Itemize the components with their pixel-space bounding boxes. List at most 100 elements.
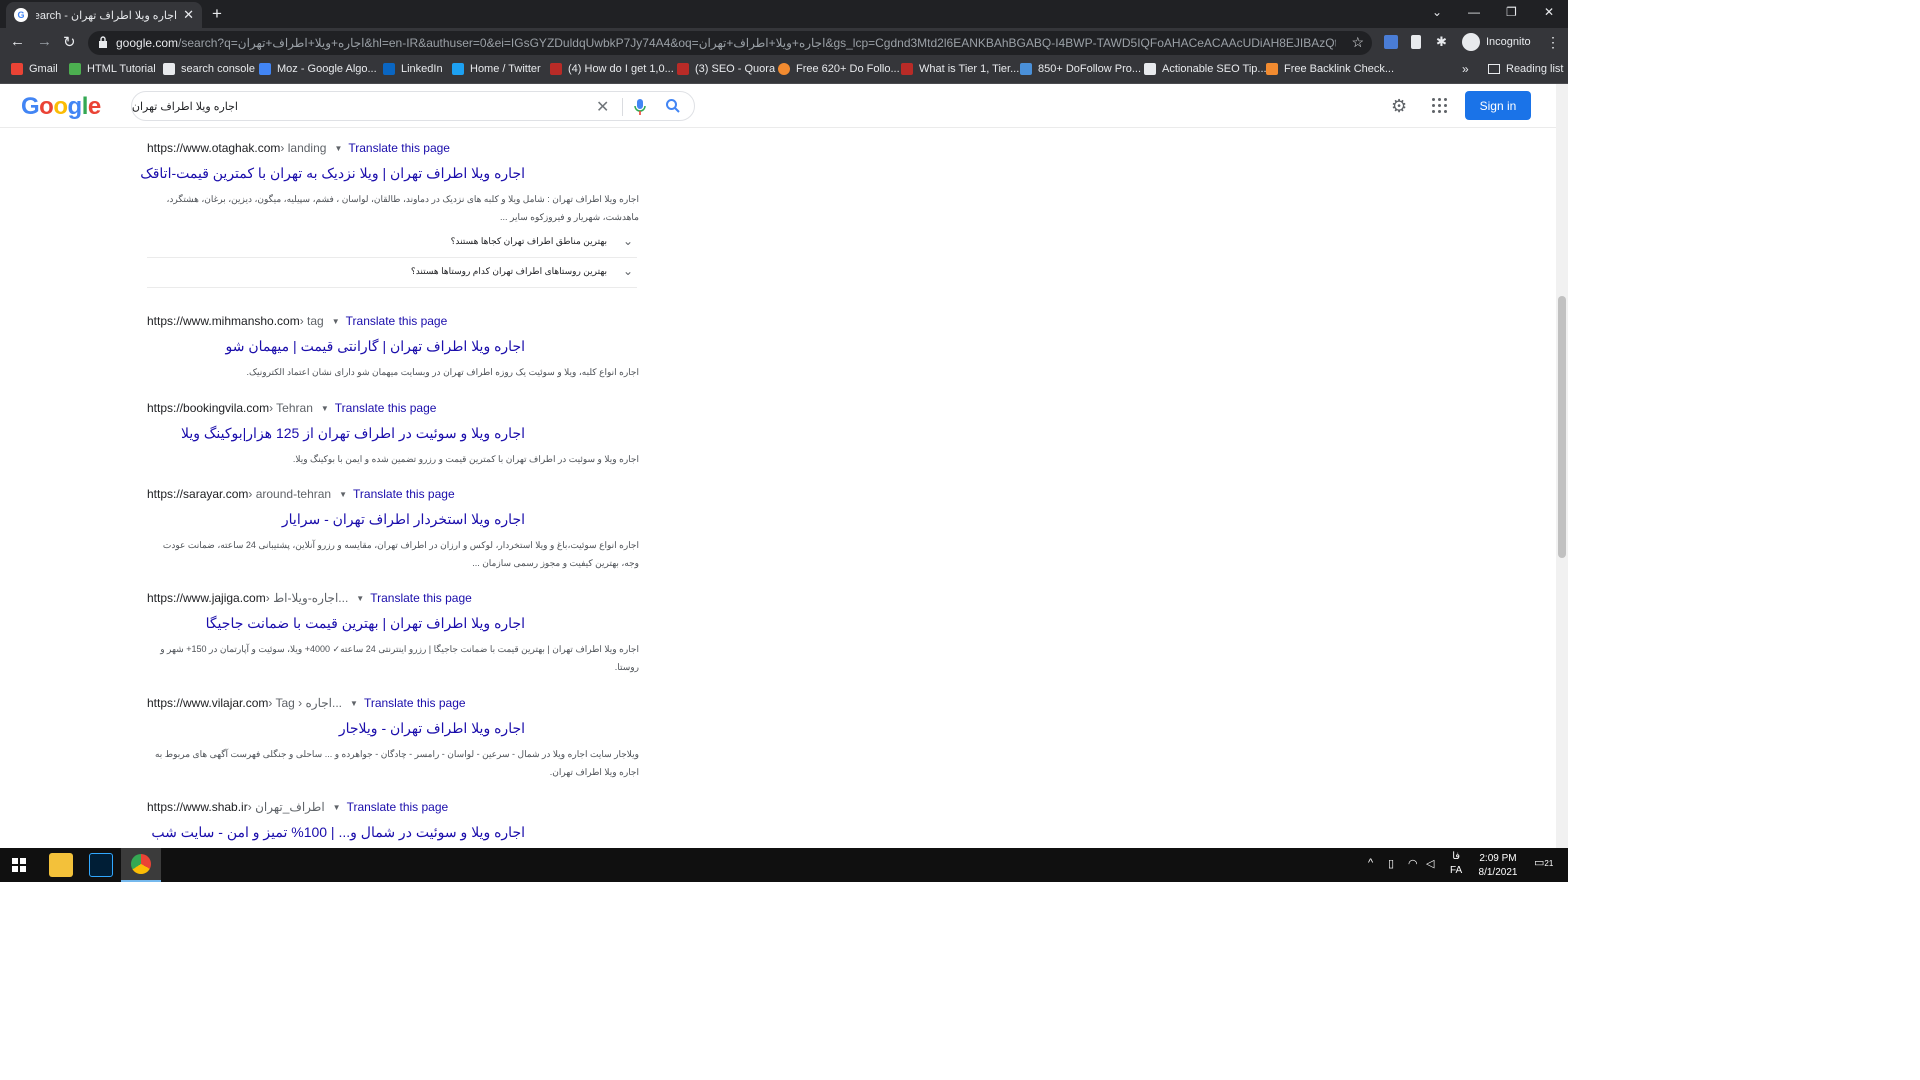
scrollbar-thumb[interactable] [1558, 296, 1566, 558]
tab-title: اجاره ویلا اطراف تهران - Google Search [36, 9, 178, 22]
result-title[interactable]: اجاره ویلا و سوئیت در شمال و... | 100% ت… [147, 824, 525, 841]
bookmark-gmail[interactable]: Gmail [11, 63, 58, 75]
bookmark-backlink-check[interactable]: Free Backlink Check... [1266, 63, 1394, 75]
result-shab: https://www.shab.ir › اطراف_تهران ▼ Transl… [147, 800, 639, 841]
site-icon [1020, 63, 1032, 75]
minimize-icon[interactable]: — [1468, 5, 1480, 19]
result-title[interactable]: اجاره ویلا اطراف تهران - ویلاجار [147, 720, 525, 737]
w3schools-icon [69, 63, 81, 75]
dofollow-icon [778, 63, 790, 75]
tab-search-icon[interactable]: ⌄ [1432, 5, 1442, 19]
caret-down-icon[interactable]: ▼ [339, 490, 347, 499]
page-scrollbar[interactable] [1556, 84, 1568, 848]
quora-icon [677, 63, 689, 75]
close-window-icon[interactable]: ✕ [1544, 5, 1554, 19]
result-cite[interactable]: https://www.jajiga.com › اجاره-ویلا-اط..… [147, 591, 639, 605]
result-snippet: اجاره انواع کلبه، ویلا و سوئیت یک روزه ا… [246, 367, 639, 377]
bookmark-twitter[interactable]: Home / Twitter [452, 63, 541, 75]
bookmark-moz[interactable]: Moz - Google Algo... [259, 63, 377, 75]
incognito-profile[interactable]: Incognito [1462, 33, 1531, 51]
close-tab-icon[interactable]: ✕ [183, 7, 194, 23]
gear-icon[interactable]: ⚙ [1391, 96, 1407, 117]
bookmark-quora-1[interactable]: (4) How do I get 1,0... [550, 63, 674, 75]
caret-down-icon[interactable]: ▼ [333, 803, 341, 812]
twitter-icon [452, 63, 464, 75]
result-title[interactable]: اجاره ویلا و سوئیت در اطراف تهران از 125… [147, 425, 525, 442]
result-cite[interactable]: https://bookingvila.com › Tehran ▼ Transla… [147, 401, 639, 415]
translate-link[interactable]: Translate this page [370, 591, 472, 605]
faq-item[interactable]: بهترین مناطق اطراف تهران کجاها هستند؟ ⌄ [147, 228, 637, 258]
google-logo[interactable]: Google [21, 93, 101, 121]
sign-in-button[interactable]: Sign in [1465, 91, 1531, 120]
tray-chevron-icon[interactable]: ^ [1368, 857, 1373, 869]
translate-link[interactable]: Translate this page [347, 800, 449, 814]
faq-item[interactable]: بهترین روستاهای اطراف تهران کدام روستاها… [147, 258, 637, 288]
bookmark-linkedin[interactable]: LinkedIn [383, 63, 443, 75]
translate-extension-icon[interactable] [1384, 35, 1398, 49]
result-cite[interactable]: https://www.vilajar.com › Tag › اجاره...… [147, 696, 639, 710]
bookmark-dofollow[interactable]: Free 620+ Do Follo... [778, 63, 900, 75]
result-cite[interactable]: https://sarayar.com › around-tehran ▼ Tran… [147, 487, 639, 501]
battery-icon[interactable]: ▯ [1388, 857, 1394, 870]
mic-icon[interactable] [633, 98, 647, 116]
clear-icon[interactable]: ✕ [596, 97, 609, 117]
new-tab-icon[interactable]: + [212, 4, 222, 24]
result-title[interactable]: اجاره ویلا اطراف تهران | بهترین قیمت با … [147, 615, 525, 632]
reading-list[interactable]: Reading list [1488, 63, 1563, 75]
translate-link[interactable]: Translate this page [346, 314, 448, 328]
file-explorer-icon[interactable] [49, 853, 73, 877]
google-favicon-icon: G [14, 8, 28, 22]
caret-down-icon[interactable]: ▼ [321, 404, 329, 413]
result-cite[interactable]: https://www.shab.ir › اطراف_تهران ▼ Transl… [147, 800, 639, 814]
search-input[interactable]: اجاره ویلا اطراف تهران ✕ [131, 91, 695, 121]
volume-icon[interactable]: ◁ [1426, 857, 1434, 870]
translate-link[interactable]: Translate this page [335, 401, 437, 415]
caret-down-icon[interactable]: ▼ [356, 594, 364, 603]
chevron-down-icon: ⌄ [622, 234, 633, 248]
result-sarayar: https://sarayar.com › around-tehran ▼ Tran… [147, 487, 639, 572]
translate-link[interactable]: Translate this page [353, 487, 455, 501]
se-icon [1144, 63, 1156, 75]
bookmark-html-tutorial[interactable]: HTML Tutorial [69, 63, 156, 75]
result-cite[interactable]: https://www.mihmansho.com › tag ▼ Translat… [147, 314, 639, 328]
address-bar[interactable]: google.com/search?q=اجاره+ویلا+اطراف+تهر… [88, 31, 1372, 55]
bookmark-850-dofollow[interactable]: 850+ DoFollow Pro... [1020, 63, 1141, 75]
result-cite[interactable]: https://www.otaghak.com › landing ▼ Transl… [147, 141, 639, 155]
bookmarks-overflow-icon[interactable]: » [1462, 62, 1469, 76]
search-icon[interactable] [665, 98, 681, 114]
language-indicator[interactable]: فا FA [1450, 850, 1462, 878]
result-title[interactable]: اجاره ویلا اطراف تهران | گارانتی قیمت | … [147, 338, 525, 355]
back-arrow-icon[interactable]: ← [10, 33, 25, 50]
caret-down-icon[interactable]: ▼ [332, 317, 340, 326]
extension-icon[interactable] [1411, 35, 1421, 49]
bookmark-quora-2[interactable]: (3) SEO - Quora [677, 63, 775, 75]
wifi-icon[interactable]: ◠ [1408, 857, 1418, 870]
caret-down-icon[interactable]: ▼ [350, 699, 358, 708]
photoshop-icon[interactable] [89, 853, 113, 877]
restore-icon[interactable]: ❐ [1506, 5, 1517, 19]
result-title[interactable]: اجاره ویلا اطراف تهران | ویلا نزدیک به ت… [140, 165, 525, 182]
url-text: google.com/search?q=اجاره+ویلا+اطراف+تهر… [116, 36, 1336, 50]
notification-center-icon[interactable]: ▭21 [1534, 856, 1553, 869]
windows-taskbar: ^ ▯ ◠ ◁ فا FA 2:09 PM 8/1/2021 ▭21 [0, 848, 1568, 882]
forward-arrow-icon[interactable]: → [37, 33, 52, 50]
bookmark-star-icon[interactable]: ☆ [1351, 34, 1364, 51]
caret-down-icon[interactable]: ▼ [334, 144, 342, 153]
kebab-menu-icon[interactable]: ⋮ [1546, 34, 1560, 51]
chrome-taskbar-button[interactable] [121, 848, 161, 882]
windows-start-icon[interactable] [12, 858, 26, 872]
puzzle-extensions-icon[interactable]: ✱ [1436, 34, 1447, 50]
clock[interactable]: 2:09 PM 8/1/2021 [1466, 852, 1530, 880]
result-otaghak: https://www.otaghak.com › landing ▼ Transl… [140, 141, 639, 226]
translate-link[interactable]: Translate this page [364, 696, 466, 710]
incognito-icon [1462, 33, 1480, 51]
apps-grid-icon[interactable] [1432, 98, 1447, 113]
bookmark-search-console[interactable]: search console [163, 63, 255, 75]
active-tab[interactable]: G اجاره ویلا اطراف تهران - Google Search… [6, 2, 202, 28]
bookmark-actionable-seo[interactable]: Actionable SEO Tip... [1144, 63, 1267, 75]
result-title[interactable]: اجاره ویلا استخردار اطراف تهران - سرایار [147, 511, 525, 528]
translate-link[interactable]: Translate this page [348, 141, 450, 155]
reload-icon[interactable]: ↻ [63, 33, 76, 51]
bookmark-quora-3[interactable]: What is Tier 1, Tier... [901, 63, 1019, 75]
search-query: اجاره ویلا اطراف تهران [131, 101, 238, 113]
